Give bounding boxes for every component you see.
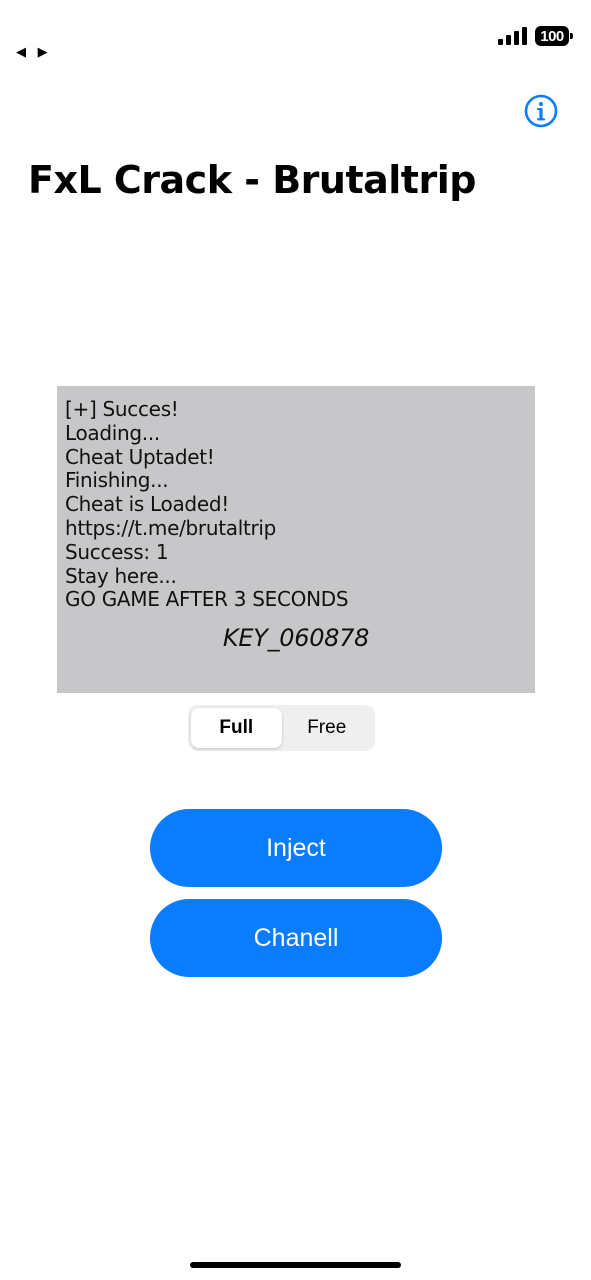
info-button[interactable] <box>524 94 558 128</box>
log-line: Cheat Uptadet! <box>65 444 215 469</box>
log-line: Finishing... <box>65 468 169 493</box>
home-indicator[interactable] <box>190 1262 401 1268</box>
log-line: https://t.me/brutaltrip <box>65 515 277 540</box>
log-line: Loading... <box>65 420 160 445</box>
status-bar: 100 <box>498 22 573 50</box>
log-line: GO GAME AFTER 3 SECONDS <box>65 587 349 612</box>
segment-free[interactable]: Free <box>282 708 373 748</box>
segment-full[interactable]: Full <box>191 708 282 748</box>
key-label: KEY_060878 <box>222 624 370 653</box>
mode-segmented-control: Full Free <box>188 705 375 751</box>
battery-icon: 100 <box>535 26 573 46</box>
log-line: Stay here... <box>65 563 177 588</box>
log-panel: [+] Succes! Loading... Cheat Uptadet! Fi… <box>57 386 535 693</box>
log-line: [+] Succes! <box>65 397 179 421</box>
cellular-signal-icon <box>498 27 527 45</box>
channel-button[interactable]: Chanell <box>150 899 442 977</box>
page-title: FxL Crack - Brutaltrip <box>28 158 476 202</box>
battery-level: 100 <box>540 27 564 45</box>
inject-button[interactable]: Inject <box>150 809 442 887</box>
log-line: Cheat is Loaded! <box>65 492 229 517</box>
app-screen: 100 ◀ ▶ FxL Crack - Brutaltrip [+] Succe… <box>0 0 591 1280</box>
log-line: Success: 1 <box>65 539 169 564</box>
info-circle-icon <box>524 94 558 128</box>
back-forward-arrows[interactable]: ◀ ▶ <box>16 44 52 60</box>
